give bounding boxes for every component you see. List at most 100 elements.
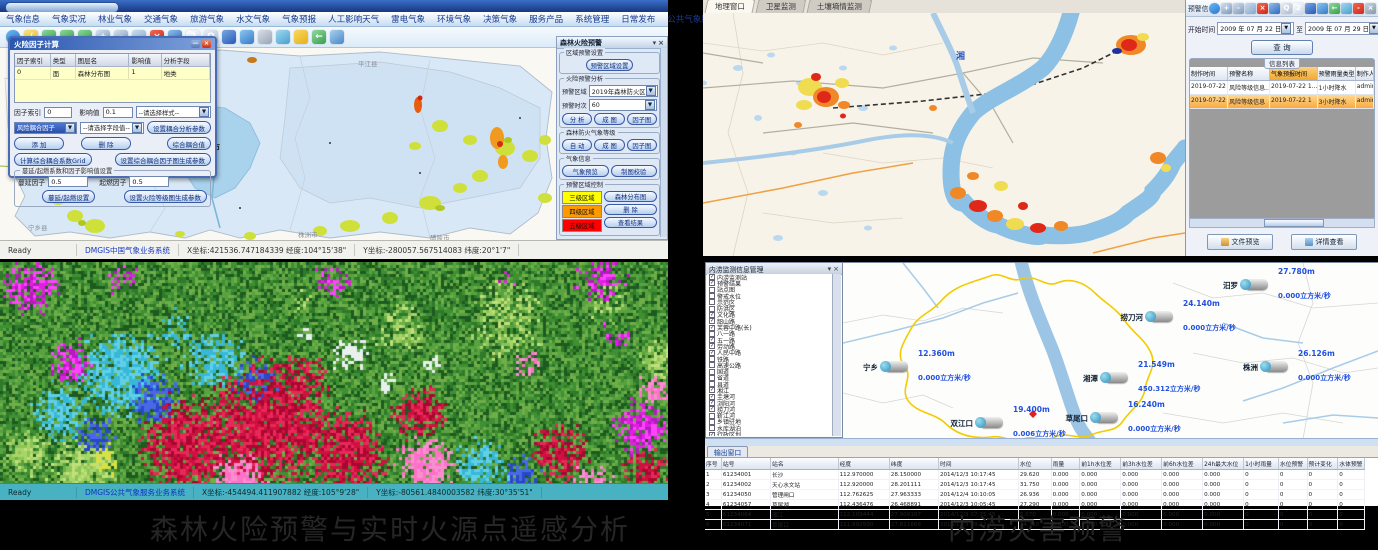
column-header[interactable]: 水体预警 xyxy=(1338,458,1365,470)
gauge-icon[interactable] xyxy=(1151,311,1173,322)
column-header[interactable]: 预警名称 xyxy=(1228,67,1270,80)
doc-icon[interactable]: 2 xyxy=(1293,3,1304,14)
checkbox[interactable] xyxy=(709,413,715,419)
checkbox[interactable]: ✓ xyxy=(709,280,715,286)
satellite-image[interactable] xyxy=(0,262,668,484)
checkbox[interactable] xyxy=(709,369,715,375)
menu-item-环境气象[interactable]: 环境气象 xyxy=(431,13,477,25)
table-row[interactable]: 261234002天心水文站112.92000028.2011112014/12… xyxy=(705,480,1365,490)
select-icon[interactable]: Q xyxy=(1281,3,1292,14)
horizontal-scrollbar[interactable] xyxy=(1189,218,1375,228)
region-setting-button[interactable]: 预警区域设置 xyxy=(586,59,634,71)
checkbox[interactable]: ✓ xyxy=(709,274,715,280)
menu-item-旅游气象[interactable]: 旅游气象 xyxy=(184,13,230,25)
gauge-icon[interactable] xyxy=(1266,361,1288,372)
waterlog-map-view[interactable]: 27.780m汨罗0.000立方米/秒24.140m捞刀河0.000立方米/秒1… xyxy=(843,262,1378,439)
region-select[interactable]: 2019年森林防火区▼ xyxy=(589,85,658,97)
file-preview-button[interactable]: 文件预览 xyxy=(1207,234,1273,250)
checkbox[interactable]: ✓ xyxy=(709,387,715,393)
start-date-picker[interactable]: 2009 年 07 月 22 日▼ xyxy=(1217,22,1294,35)
time-select[interactable]: 60▼ xyxy=(589,99,657,111)
image-icon[interactable] xyxy=(330,30,344,44)
query-button[interactable]: 查 询 xyxy=(1251,40,1313,55)
table-row[interactable]: 0面森林分布图1地类 xyxy=(15,67,210,79)
table-row[interactable]: 161234001长沙112.97000028.1500002014/12/3 … xyxy=(705,470,1365,480)
column-header[interactable]: 经度 xyxy=(838,458,889,470)
tab-卫星监测[interactable]: 卫星监测 xyxy=(756,0,807,13)
column-header[interactable]: 前6h水位差 xyxy=(1162,458,1203,470)
pin-icon[interactable]: ▾ xyxy=(653,39,657,47)
menu-item-服务产品[interactable]: 服务产品 xyxy=(523,13,569,25)
pin-icon[interactable]: ▾ xyxy=(828,265,832,273)
menu-item-日常发布[interactable]: 日常发布 xyxy=(615,13,661,25)
spread-input[interactable]: 0.5 xyxy=(48,176,88,187)
auto-button[interactable]: 自 动 xyxy=(562,139,592,151)
column-header[interactable]: 前3h水位差 xyxy=(1121,458,1162,470)
menu-item-雷电气象[interactable]: 雷电气象 xyxy=(385,13,431,25)
column-header[interactable]: 制作时间 xyxy=(1190,67,1228,80)
column-header[interactable]: 纬度 xyxy=(889,458,938,470)
vertical-scrollbar[interactable] xyxy=(660,48,667,237)
set-gen-button[interactable]: 设置综合耦合因子图生成参数 xyxy=(115,153,212,166)
weather-preview-button[interactable]: 气象预览 xyxy=(562,165,609,177)
station-output-table[interactable]: 序号站号站名经度纬度时间水位雨量前1h水位差前3h水位差前6h水位差24h最大水… xyxy=(705,457,1378,506)
factor-map-button[interactable]: 因子图 xyxy=(627,113,657,125)
column-header[interactable]: 雨量 xyxy=(1051,458,1080,470)
gauge-icon[interactable] xyxy=(886,361,908,372)
zoom-out-icon[interactable]: - xyxy=(1233,3,1244,14)
delete-button[interactable]: 删 除 xyxy=(604,204,657,215)
checkbox[interactable]: ✓ xyxy=(709,350,715,356)
layers-icon[interactable] xyxy=(1305,3,1316,14)
checkbox[interactable] xyxy=(709,299,715,305)
factor-map2-button[interactable]: 因子图 xyxy=(627,139,657,151)
checkbox[interactable] xyxy=(709,381,715,387)
checkbox[interactable] xyxy=(709,425,715,431)
menu-item-系统管理[interactable]: 系统管理 xyxy=(569,13,615,25)
table-row[interactable]: 2019-07-22 1风险等级信息2019-07-22 13小时降水admin xyxy=(1190,95,1374,109)
pan-hand-icon[interactable] xyxy=(1245,3,1256,14)
detail-view-button[interactable]: 详情查看 xyxy=(1291,234,1357,250)
column-header[interactable]: 预计变化 xyxy=(1307,458,1338,470)
delete-button[interactable]: 删 除 xyxy=(81,137,131,150)
couple-select[interactable]: 风险耦合因子▼ xyxy=(14,122,77,134)
checkbox[interactable] xyxy=(709,362,715,368)
vertical-scrollbar[interactable] xyxy=(832,274,841,436)
menu-item-水文气象[interactable]: 水文气象 xyxy=(230,13,276,25)
factor-index-input[interactable]: 0 xyxy=(44,107,72,118)
column-header[interactable]: 制作人 xyxy=(1356,67,1374,80)
checkbox[interactable]: ✓ xyxy=(709,394,715,400)
column-header[interactable]: 序号 xyxy=(705,458,721,470)
column-header[interactable]: 预警雨量类型 xyxy=(1318,67,1356,80)
minimize-icon[interactable]: — xyxy=(191,40,200,48)
close-icon[interactable]: × xyxy=(1365,3,1376,14)
close-icon[interactable]: × xyxy=(658,39,664,47)
add-button[interactable]: 添 加 xyxy=(14,137,64,150)
warning-info-table[interactable]: 制作时间预警名称气象预报时间预警雨量类型制作人2019-07-22 1...风险… xyxy=(1190,67,1374,109)
view-result-button[interactable]: 查看结果 xyxy=(604,217,657,228)
field-select[interactable]: --请选择字段值--▼ xyxy=(80,122,144,134)
gauge-icon[interactable] xyxy=(1106,372,1128,383)
checkbox[interactable] xyxy=(709,287,715,293)
checkbox[interactable]: ✓ xyxy=(709,318,715,324)
table-row[interactable]: 2019-07-22 1...风险等级信息...2019-07-22 1...1… xyxy=(1190,81,1374,95)
window-icon[interactable] xyxy=(1269,3,1280,14)
horizontal-scrollbar[interactable] xyxy=(705,438,1378,446)
legend-icon[interactable] xyxy=(222,30,236,44)
back-icon[interactable]: ← xyxy=(312,30,326,44)
column-header[interactable]: 站号 xyxy=(721,458,770,470)
analyze-button[interactable]: 分 析 xyxy=(562,113,592,125)
menu-item-交通气象[interactable]: 交通气象 xyxy=(138,13,184,25)
column-header[interactable]: 时间 xyxy=(938,458,1018,470)
column-header[interactable]: 前1h水位差 xyxy=(1080,458,1121,470)
ignite-input[interactable]: 0.5 xyxy=(129,176,169,187)
tab-地理窗口[interactable]: 地理窗口 xyxy=(705,0,756,13)
dialog-titlebar[interactable]: 火险因子计算 — × xyxy=(10,38,215,50)
calc-grid-button[interactable]: 计算综合耦合系数Grid xyxy=(14,153,92,166)
flood-map-view[interactable]: 湘 xyxy=(703,13,1185,256)
forest-map-button[interactable]: 森林分布图 xyxy=(604,191,657,202)
chevron-down-icon[interactable]: ▼ xyxy=(132,123,142,133)
chevron-down-icon[interactable]: ▼ xyxy=(1369,23,1378,34)
gauge-icon[interactable] xyxy=(1096,412,1118,423)
column-header[interactable]: 站名 xyxy=(771,458,839,470)
checkbox[interactable]: ✓ xyxy=(709,343,715,349)
